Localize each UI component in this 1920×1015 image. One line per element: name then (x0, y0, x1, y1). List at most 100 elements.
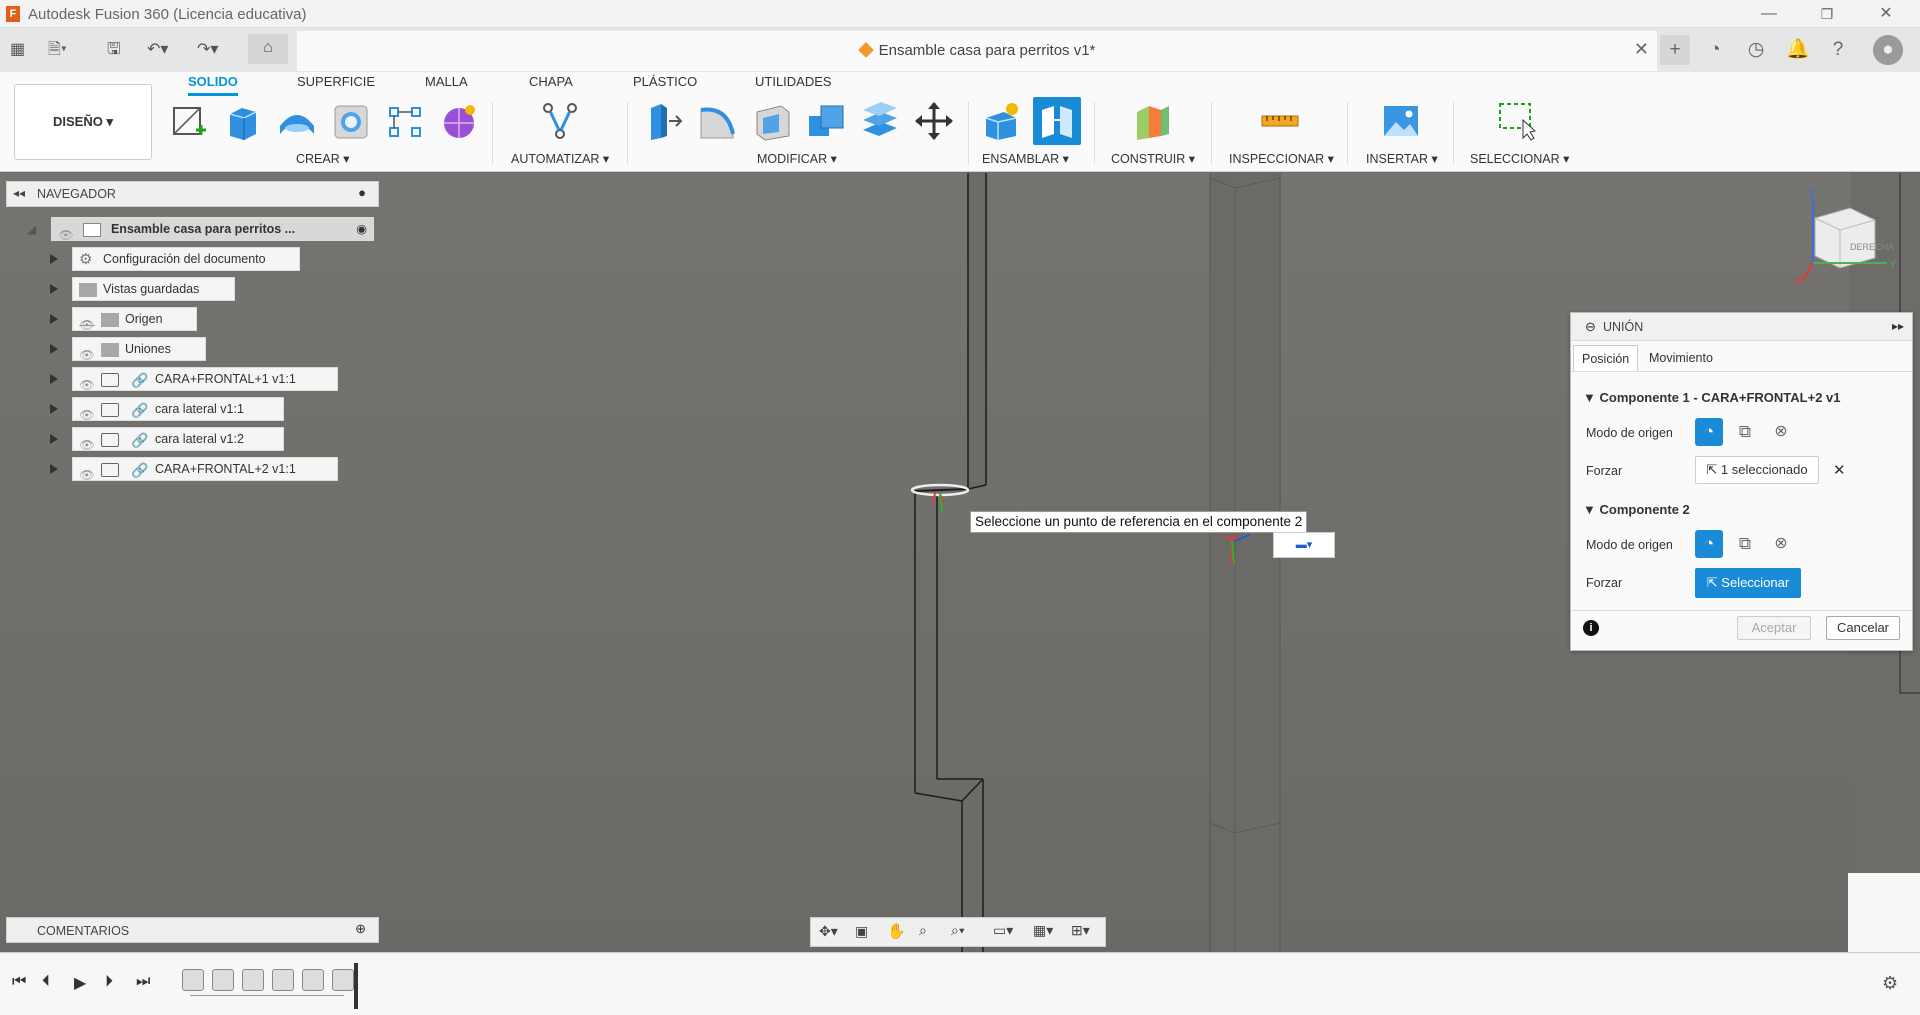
visibility-eye-icon[interactable]: 👁 (79, 374, 95, 392)
group-ensamblar-label[interactable]: ENSAMBLAR ▾ (982, 151, 1069, 166)
expand-arrow-icon[interactable] (48, 253, 60, 265)
component1-section[interactable]: ▼ Componente 1 - CARA+FRONTAL+2 v1 (1583, 390, 1841, 405)
grid-icon[interactable]: ▦▾ (1033, 922, 1053, 939)
hidden-eye-icon[interactable]: 👁 (79, 314, 95, 332)
extensions-icon[interactable]: ◔ (1700, 35, 1730, 65)
two-edge-intersection-icon[interactable]: ⊗ (1767, 418, 1795, 446)
expand-root-icon[interactable]: ◢ (27, 222, 36, 236)
group-construir-label[interactable]: CONSTRUIR ▾ (1111, 151, 1195, 166)
info-icon[interactable]: i (1583, 620, 1599, 636)
select-button[interactable]: ⇱ Seleccionar (1695, 568, 1801, 598)
viewports-icon[interactable]: ⊞▾ (1071, 922, 1090, 939)
group-crear-label[interactable]: CREAR ▾ (296, 151, 350, 166)
component2-section[interactable]: ▼ Componente 2 (1583, 502, 1690, 517)
automate-icon[interactable] (539, 100, 581, 142)
ok-button[interactable]: Aceptar (1737, 616, 1811, 640)
collapse-panel-icon[interactable]: ◂◂ (13, 186, 25, 200)
tab-superficie[interactable]: SUPERFICIE (297, 74, 375, 89)
browser-item-document-settings[interactable]: ⚙ Configuración del documento (72, 247, 300, 271)
create-sketch-icon[interactable] (168, 100, 210, 142)
zoom-icon[interactable]: ⌕ (919, 922, 927, 939)
move-copy-icon[interactable] (913, 100, 955, 142)
dialog-minus-icon[interactable]: ⊖ (1585, 319, 1596, 335)
expand-arrow-icon[interactable] (48, 343, 60, 355)
user-avatar[interactable]: ● (1873, 35, 1903, 65)
expand-arrow-icon[interactable] (48, 313, 60, 325)
simple-origin-icon[interactable]: ◔ (1695, 418, 1723, 446)
group-modificar-label[interactable]: MODIFICAR ▾ (757, 151, 837, 166)
expand-arrow-icon[interactable] (48, 373, 60, 385)
help-icon[interactable]: ? (1823, 35, 1853, 65)
create-form-icon[interactable] (438, 100, 480, 142)
browser-close-icon[interactable]: ● (358, 185, 366, 200)
pattern-icon[interactable] (384, 100, 426, 142)
redo-icon[interactable]: ↷▾ (197, 36, 218, 64)
hole-icon[interactable] (330, 100, 372, 142)
file-menu-icon[interactable]: 🗎▾ (48, 36, 67, 64)
tab-movimiento[interactable]: Movimiento (1641, 345, 1721, 371)
timeline-feature-joint-icon[interactable] (242, 969, 264, 991)
go-to-start-icon[interactable]: ⏮ (12, 973, 26, 991)
visibility-eye-icon[interactable]: 👁 (79, 344, 95, 362)
document-tab[interactable]: Ensamble casa para perritos v1* ✕ (297, 31, 1657, 71)
new-component-icon[interactable] (980, 100, 1022, 142)
job-status-icon[interactable]: ◷ (1741, 35, 1771, 65)
browser-item-component[interactable]: 👁 🔗 CARA+FRONTAL+2 v1:1 (72, 457, 338, 482)
browser-item-component[interactable]: 👁 🔗 cara lateral v1:1 (72, 397, 284, 422)
visibility-eye-icon[interactable]: 👁 (79, 404, 95, 422)
undo-icon[interactable]: ↶▾ (147, 36, 168, 64)
group-automatizar-label[interactable]: AUTOMATIZAR ▾ (511, 151, 609, 166)
save-icon[interactable]: 🖫 (107, 36, 121, 64)
clear-selection-icon[interactable]: ✕ (1833, 461, 1846, 479)
expand-dialog-icon[interactable]: ▸▸ (1892, 319, 1904, 333)
expand-arrow-icon[interactable] (48, 283, 60, 295)
close-tab-icon[interactable]: ✕ (1634, 39, 1649, 60)
group-seleccionar-label[interactable]: SELECCIONAR ▾ (1470, 151, 1569, 166)
two-edge-intersection-icon[interactable]: ⊗ (1767, 530, 1795, 558)
expand-arrow-icon[interactable] (48, 403, 60, 415)
timeline-settings-icon[interactable]: ⚙ (1882, 973, 1898, 994)
play-icon[interactable]: ▶ (74, 973, 86, 993)
visibility-eye-icon[interactable]: 👁 (79, 434, 95, 452)
measure-icon[interactable] (1259, 100, 1301, 142)
browser-item-saved-views[interactable]: Vistas guardadas (72, 277, 235, 301)
between-two-faces-icon[interactable]: ⧉ (1731, 530, 1759, 558)
timeline-feature-joint-icon[interactable] (332, 969, 354, 991)
home-icon[interactable]: ⌂ (248, 34, 288, 64)
tab-utilidades[interactable]: UTILIDADES (755, 74, 832, 89)
restore-button[interactable]: ❐ (1807, 2, 1847, 26)
timeline-feature-joint-icon[interactable] (302, 969, 324, 991)
insert-image-icon[interactable] (1380, 100, 1422, 142)
look-at-icon[interactable]: ▣ (855, 923, 868, 940)
activate-radio-icon[interactable]: ◉ (356, 218, 367, 240)
data-panel-grid-icon[interactable]: ▦ (10, 36, 25, 64)
extrude-icon[interactable] (222, 100, 264, 142)
new-tab-icon[interactable]: + (1660, 35, 1690, 65)
expand-arrow-icon[interactable] (48, 433, 60, 445)
select-window-icon[interactable] (1497, 100, 1539, 142)
joint-tool-active-bg[interactable] (1033, 97, 1081, 145)
add-comment-icon[interactable]: ⊕ (355, 921, 366, 937)
timeline-feature-joint-icon[interactable] (272, 969, 294, 991)
next-step-icon[interactable]: ⏵ (105, 973, 113, 991)
group-insertar-label[interactable]: INSERTAR ▾ (1366, 151, 1438, 166)
construct-plane-icon[interactable] (1131, 100, 1173, 142)
combine-icon[interactable] (805, 100, 847, 142)
display-settings-icon[interactable]: ▭▾ (993, 922, 1013, 939)
zoom-window-icon[interactable]: ⌕▾ (951, 922, 965, 939)
browser-root-node[interactable]: 👁 Ensamble casa para perritos ... ◉ (51, 217, 374, 242)
tab-chapa[interactable]: CHAPA (529, 74, 573, 89)
notifications-icon[interactable]: 🔔 (1783, 35, 1813, 65)
browser-item-component[interactable]: 👁 🔗 CARA+FRONTAL+1 v1:1 (72, 367, 338, 392)
press-pull-icon[interactable] (643, 100, 685, 142)
offset-face-icon[interactable] (859, 100, 901, 142)
selection-filter-dropdown[interactable]: ▬▾ (1273, 532, 1335, 558)
shell-icon[interactable] (751, 100, 793, 142)
go-to-end-icon[interactable]: ⏭ (136, 973, 150, 991)
visibility-eye-icon[interactable]: 👁 (79, 464, 95, 482)
timeline-feature-joint-icon[interactable] (212, 969, 234, 991)
timeline-marker[interactable] (354, 963, 358, 1009)
minimize-button[interactable]: — (1749, 2, 1789, 26)
expand-arrow-icon[interactable] (48, 463, 60, 475)
snap-selection-1[interactable]: ⇱ 1 seleccionado (1695, 456, 1819, 484)
